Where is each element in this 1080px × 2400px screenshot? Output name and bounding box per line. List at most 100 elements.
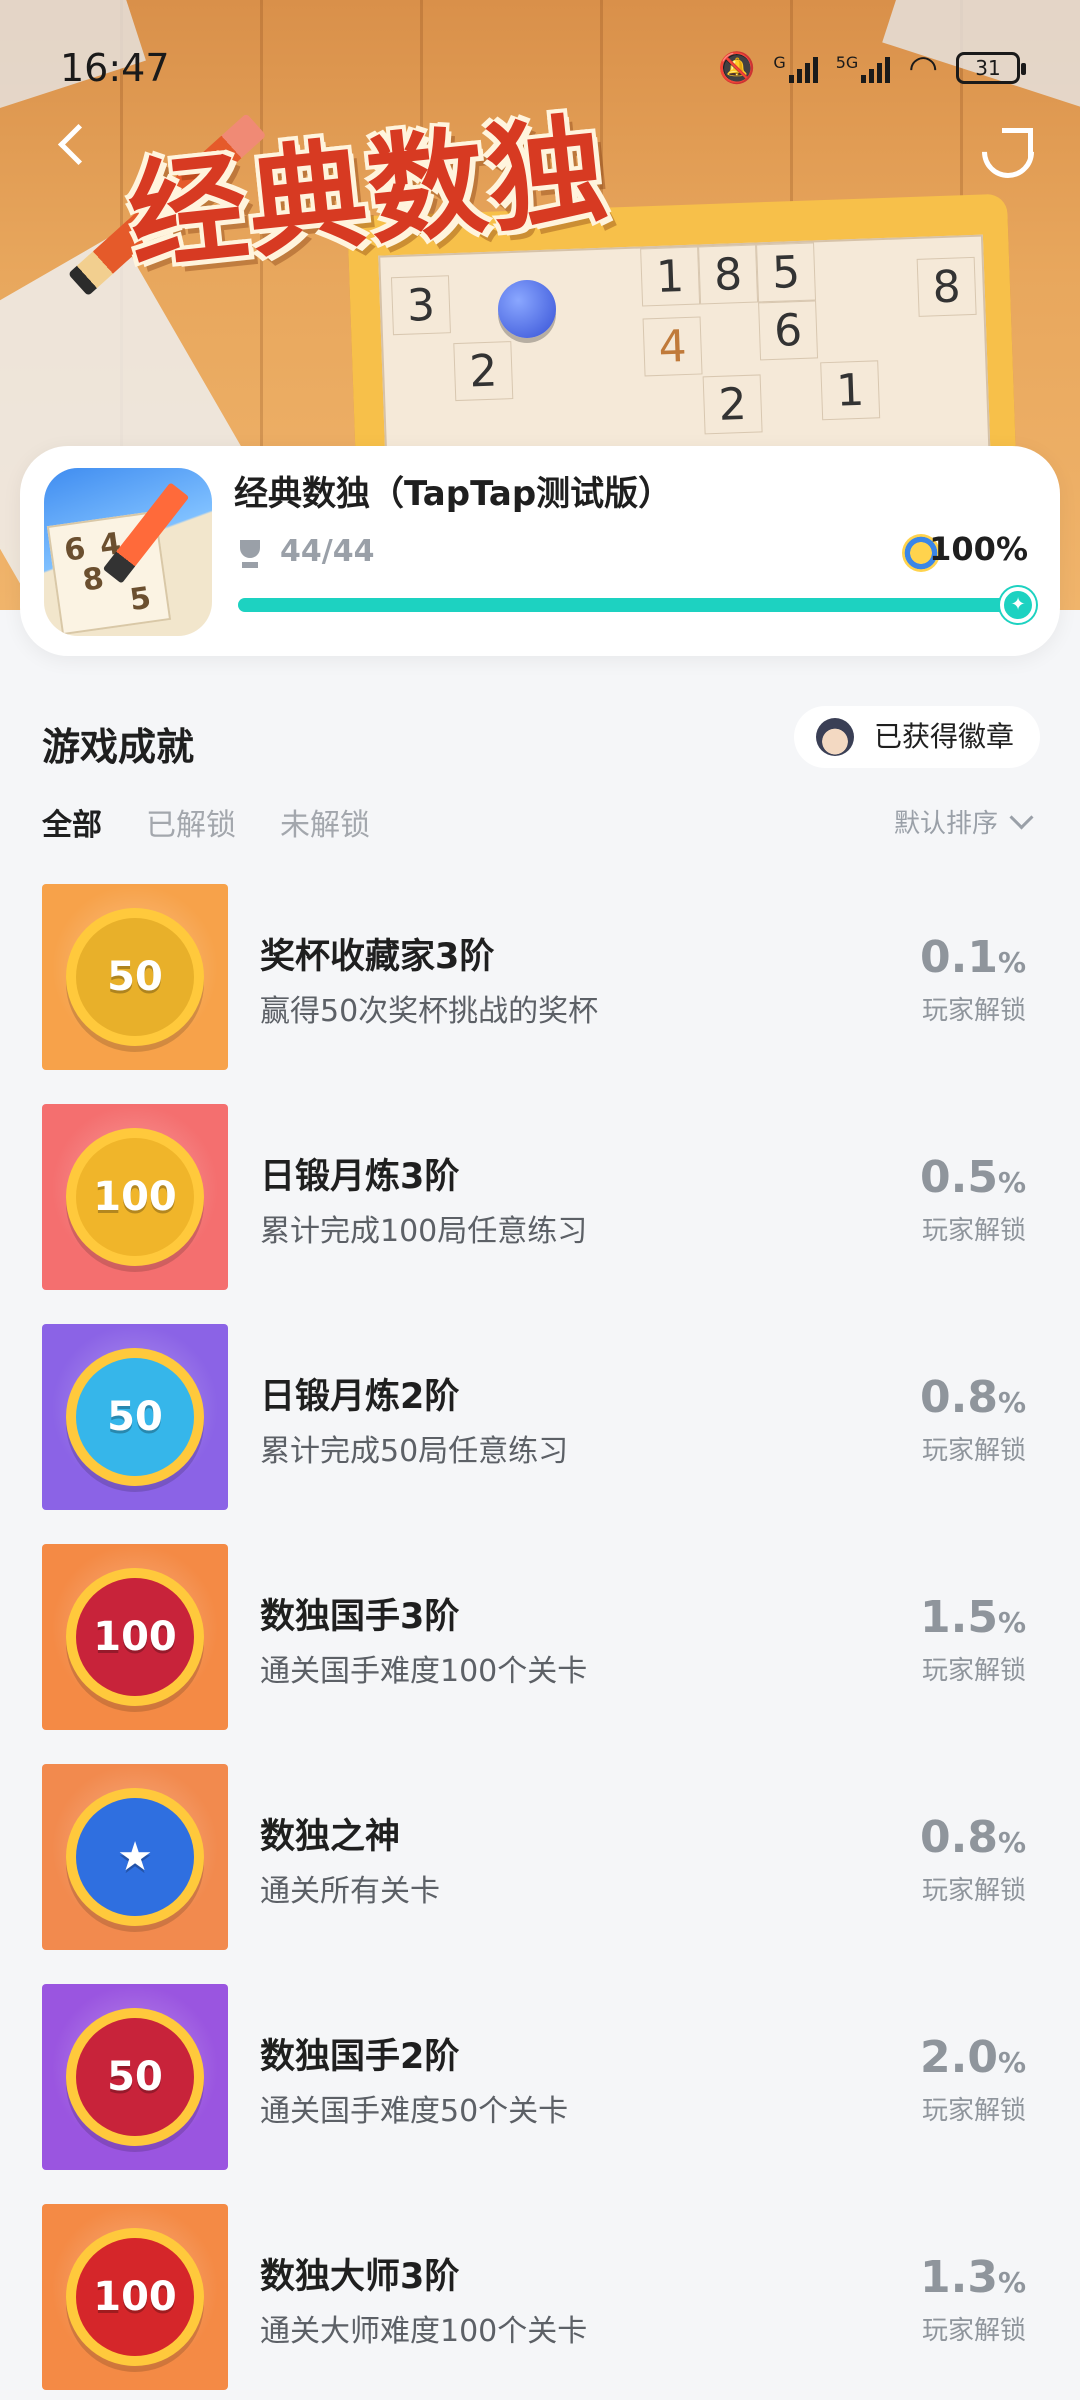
achievement-description: 通关所有关卡 xyxy=(260,1874,440,1909)
achievement-badge-text: 100 xyxy=(93,2274,177,2320)
achievement-rate: 0.1% xyxy=(920,932,1026,983)
battery-icon: 31 xyxy=(956,52,1026,84)
achievement-unlock-label: 玩家解锁 xyxy=(921,1876,1026,1906)
star-badge-icon: ★ xyxy=(76,1798,194,1916)
achievement-rate-value: 0.5 xyxy=(919,1152,998,1203)
achievement-icon: 50 xyxy=(42,1984,228,2170)
mute-bell-icon: 🔕 xyxy=(717,50,756,86)
achievement-unlock-label: 玩家解锁 xyxy=(921,1436,1026,1466)
grid-number: 1 xyxy=(640,246,701,307)
achievement-rate-value: 1.5 xyxy=(919,1592,998,1643)
achievement-title: 数独之神 xyxy=(260,1817,401,1857)
achievement-title: 数独国手3阶 xyxy=(260,1597,460,1637)
achievement-title: 数独国手2阶 xyxy=(260,2037,460,2077)
achievement-rate: 2.0% xyxy=(920,2032,1026,2083)
achievement-description: 累计完成50局任意练习 xyxy=(260,1434,569,1469)
achievement-title: 日锻月炼3阶 xyxy=(260,1157,460,1197)
achievement-rate-value: 0.8 xyxy=(919,1372,998,1423)
achievement-title: 奖杯收藏家3阶 xyxy=(260,937,495,977)
achievement-badge-text: ★ xyxy=(117,1834,153,1880)
signal-icon: G xyxy=(773,53,818,83)
progress-fill: ✦ xyxy=(238,587,1036,623)
achievement-row[interactable]: 50 奖杯收藏家3阶 赢得50次奖杯挑战的奖杯 0.1% 玩家解锁 xyxy=(0,884,1080,1070)
tab-unlocked[interactable]: 已解锁 xyxy=(146,800,236,844)
achievement-row[interactable]: ★ 数独之神 通关所有关卡 0.8% 玩家解锁 xyxy=(0,1764,1080,1950)
achievement-rate: 0.8% xyxy=(920,1812,1026,1863)
achievement-icon: 100 xyxy=(42,1104,228,1290)
achievement-badge-text: 100 xyxy=(93,1174,177,1220)
achievement-rate-value: 0.1 xyxy=(919,932,998,983)
medal-icon: 50 xyxy=(76,2018,194,2136)
achievement-description: 通关大师难度100个关卡 xyxy=(260,2314,588,2349)
achievement-rate-unit: % xyxy=(997,1826,1026,1859)
achievement-badge-text: 50 xyxy=(107,954,163,1000)
achievement-rate: 0.8% xyxy=(920,1372,1026,1423)
achievement-icon: 50 xyxy=(42,884,228,1070)
completion-percent: 100% xyxy=(929,530,1028,568)
achievement-row[interactable]: 50 日锻月炼2阶 累计完成50局任意练习 0.8% 玩家解锁 xyxy=(0,1324,1080,1510)
game-app-icon[interactable]: 64 85 xyxy=(44,468,212,636)
achievement-unlock-label: 玩家解锁 xyxy=(921,996,1026,1026)
grid-number: 2 xyxy=(453,341,514,402)
trophy-icon: 50 xyxy=(76,918,194,1036)
achievement-badge-text: 50 xyxy=(107,2054,163,2100)
sort-dropdown[interactable]: 默认排序 xyxy=(894,803,1036,840)
grid-number: 4 xyxy=(642,316,703,377)
sparkle-icon: ✦ xyxy=(1000,587,1036,623)
grid-number: 5 xyxy=(756,242,817,303)
avatar xyxy=(815,718,854,756)
status-time: 16:47 xyxy=(60,46,170,90)
filter-tabs: 全部 已解锁 未解锁 xyxy=(42,800,370,844)
achievement-description: 累计完成100局任意练习 xyxy=(260,1214,588,1249)
trophy-count: 44/44 xyxy=(280,534,375,569)
achievement-rate-unit: % xyxy=(997,1606,1026,1639)
achievement-rate-value: 0.8 xyxy=(919,1812,998,1863)
achievement-title: 数独大师3阶 xyxy=(260,2257,460,2297)
section-title: 游戏成就 xyxy=(42,725,195,769)
medal-icon: 100 xyxy=(76,1578,194,1696)
achievement-icon: 100 xyxy=(42,2204,228,2390)
tab-all[interactable]: 全部 xyxy=(42,800,102,844)
achievement-rate-value: 2.0 xyxy=(919,2032,998,2083)
achievement-rate-unit: % xyxy=(997,2046,1026,2079)
achievement-unlock-label: 玩家解锁 xyxy=(921,1656,1026,1686)
achievement-badge-text: 50 xyxy=(107,1394,163,1440)
grid-number: 1 xyxy=(820,360,881,421)
grid-number: 2 xyxy=(702,374,763,435)
achievement-row[interactable]: 50 数独国手2阶 通关国手难度50个关卡 2.0% 玩家解锁 xyxy=(0,1984,1080,2170)
folder-icon: 50 xyxy=(76,1358,194,1476)
achievement-rate-unit: % xyxy=(997,946,1026,979)
share-button[interactable] xyxy=(976,118,1036,178)
achievement-rate-unit: % xyxy=(997,2266,1026,2299)
status-icons: 🔕 G 5G ◠ 31 xyxy=(717,48,1026,88)
status-bar: 16:47 🔕 G 5G ◠ 31 xyxy=(0,0,1080,140)
trophy-icon xyxy=(236,540,264,570)
achievement-icon: ★ xyxy=(42,1764,228,1950)
achievement-badge-text: 100 xyxy=(93,1614,177,1660)
achievement-description: 通关国手难度100个关卡 xyxy=(260,1654,588,1689)
grid-number: 8 xyxy=(698,244,759,305)
achievement-row[interactable]: 100 数独国手3阶 通关国手难度100个关卡 1.5% 玩家解锁 xyxy=(0,1544,1080,1730)
achievement-unlock-label: 玩家解锁 xyxy=(921,1216,1026,1246)
pushpin-icon xyxy=(498,280,556,338)
back-button[interactable] xyxy=(44,118,100,174)
progress-bar: ✦ xyxy=(238,587,1036,623)
folder-icon: 100 xyxy=(76,1138,194,1256)
achievement-rate: 0.5% xyxy=(920,1152,1026,1203)
achievement-row[interactable]: 100 数独大师3阶 通关大师难度100个关卡 1.3% 玩家解锁 xyxy=(0,2204,1080,2390)
grid-number: 3 xyxy=(390,275,451,336)
grid-number: 6 xyxy=(758,300,819,361)
earned-badges-button[interactable]: 已获得徽章 xyxy=(793,706,1040,768)
achievement-description: 赢得50次奖杯挑战的奖杯 xyxy=(260,994,599,1029)
tab-locked[interactable]: 未解锁 xyxy=(280,800,370,844)
achievement-icon: 50 xyxy=(42,1324,228,1510)
achievement-rate-unit: % xyxy=(997,1166,1026,1199)
achievement-icon: 100 xyxy=(42,1544,228,1730)
game-info-card: 64 85 经典数独（TapTap测试版） 44/44 100% ✦ xyxy=(20,446,1060,656)
achievement-title: 日锻月炼2阶 xyxy=(260,1377,460,1417)
earned-badges-label: 已获得徽章 xyxy=(873,720,1014,753)
game-name: 经典数独（TapTap测试版） xyxy=(234,474,673,514)
signal-5g-icon: 5G xyxy=(836,53,891,83)
achievement-unlock-label: 玩家解锁 xyxy=(921,2096,1026,2126)
achievement-row[interactable]: 100 日锻月炼3阶 累计完成100局任意练习 0.5% 玩家解锁 xyxy=(0,1104,1080,1290)
